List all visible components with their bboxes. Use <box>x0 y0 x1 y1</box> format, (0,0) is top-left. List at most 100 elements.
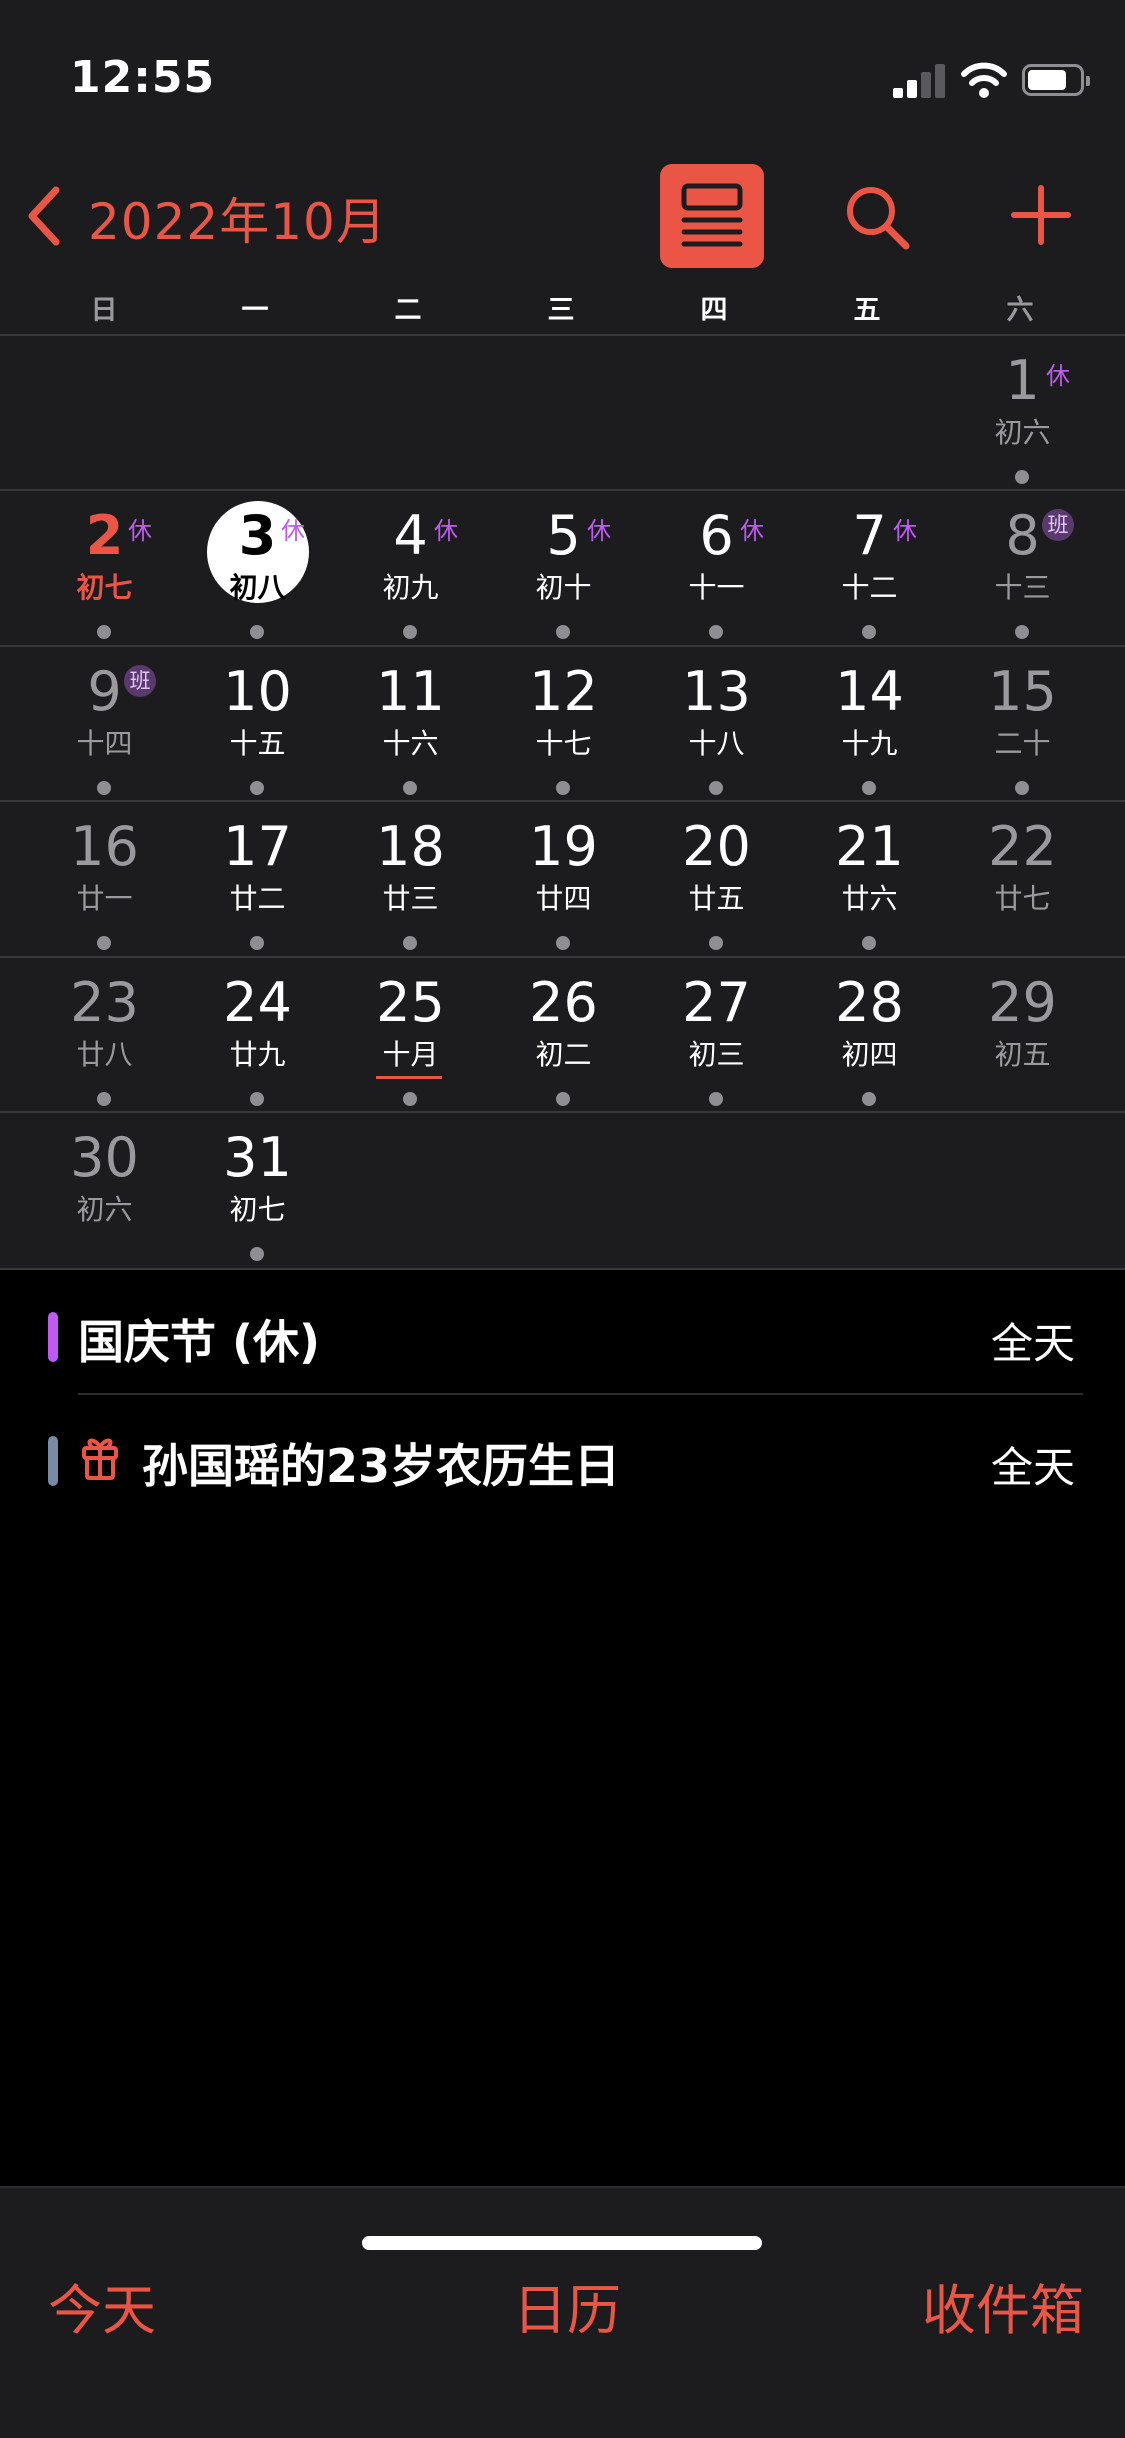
day-cell[interactable]: 20 廿五 <box>640 802 793 957</box>
day-number: 25 <box>376 971 445 1034</box>
lunar-date: 初六 <box>994 416 1051 449</box>
home-indicator[interactable] <box>362 2236 762 2250</box>
day-cell[interactable]: 21 廿六 <box>793 802 946 957</box>
navigation-bar: 2022年10月 <box>0 160 1125 270</box>
lunar-date: 十二 <box>841 571 898 604</box>
event-item-birthday[interactable]: 孙国瑶的23岁农历生日 全天 <box>0 1394 1125 1518</box>
day-number: 23 <box>70 971 139 1034</box>
lunar-month-marker <box>376 1076 442 1079</box>
day-cell[interactable]: 26 初二 <box>487 958 640 1113</box>
event-time: 全天 <box>990 1443 1075 1492</box>
day-cell[interactable]: 22 廿七 <box>946 802 1099 957</box>
day-cell[interactable]: 9 十四 班 <box>28 647 181 802</box>
event-dot <box>556 625 570 639</box>
lunar-date: 初七 <box>229 1193 286 1226</box>
calendars-button[interactable]: 日历 <box>513 2266 621 2345</box>
inbox-button[interactable]: 收件箱 <box>922 2266 1084 2345</box>
event-dot <box>556 936 570 950</box>
lunar-date: 十七 <box>535 727 592 760</box>
weekday-wed: 三 <box>547 295 575 326</box>
holiday-badge: 休 <box>128 517 152 545</box>
battery-icon <box>1022 64 1090 96</box>
lunar-date: 廿八 <box>76 1038 133 1071</box>
lunar-date: 初七 <box>76 571 133 604</box>
day-cell[interactable]: 29 初五 <box>946 958 1099 1113</box>
weekday-mon: 一 <box>241 295 269 326</box>
day-cell[interactable]: 2 初七 休 <box>28 491 181 646</box>
day-cell[interactable]: 23 廿八 <box>28 958 181 1113</box>
day-number: 13 <box>682 660 751 723</box>
day-cell[interactable]: 6 十一 休 <box>640 491 793 646</box>
event-dot <box>97 1092 111 1106</box>
event-dot <box>1015 470 1029 484</box>
day-cell[interactable]: 31 初七 <box>181 1113 334 1268</box>
day-cell[interactable]: 10 十五 <box>181 647 334 802</box>
day-cell[interactable]: 15 二十 <box>946 647 1099 802</box>
day-number: 10 <box>223 660 292 723</box>
weekday-thu: 四 <box>700 295 728 326</box>
day-number: 5 <box>546 504 581 567</box>
day-cell[interactable]: 27 初三 <box>640 958 793 1113</box>
event-dot <box>709 1092 723 1106</box>
day-number: 9 <box>87 660 122 723</box>
day-cell[interactable]: 14 十九 <box>793 647 946 802</box>
today-button[interactable]: 今天 <box>48 2266 156 2345</box>
lunar-date: 初八 <box>229 571 286 604</box>
event-dot <box>403 781 417 795</box>
event-dot <box>709 625 723 639</box>
day-number: 6 <box>699 504 734 567</box>
plus-icon[interactable] <box>1010 184 1072 246</box>
holiday-badge: 休 <box>281 517 305 545</box>
day-cell[interactable]: 11 十六 <box>334 647 487 802</box>
day-number: 12 <box>529 660 598 723</box>
event-time: 全天 <box>990 1319 1075 1368</box>
lunar-date: 初九 <box>382 571 439 604</box>
day-number: 4 <box>393 504 428 567</box>
day-cell[interactable]: 17 廿二 <box>181 802 334 957</box>
day-cell[interactable]: 19 廿四 <box>487 802 640 957</box>
day-cell[interactable]: 12 十七 <box>487 647 640 802</box>
lunar-date: 初三 <box>688 1038 745 1071</box>
lunar-date: 廿三 <box>382 882 439 915</box>
day-cell[interactable]: 13 十八 <box>640 647 793 802</box>
weekday-fri: 五 <box>853 295 881 326</box>
lunar-date: 廿一 <box>76 882 133 915</box>
day-cell[interactable]: 28 初四 <box>793 958 946 1113</box>
day-cell[interactable]: 8 十三 班 <box>946 491 1099 646</box>
search-icon[interactable] <box>842 182 912 252</box>
event-dot <box>862 781 876 795</box>
lunar-date: 廿二 <box>229 882 286 915</box>
day-cell[interactable]: 30 初六 <box>28 1113 181 1268</box>
day-number: 2 <box>85 504 124 567</box>
event-title: 孙国瑶的23岁农历生日 <box>142 1439 621 1493</box>
lunar-date: 廿九 <box>229 1038 286 1071</box>
day-number: 29 <box>988 971 1057 1034</box>
lunar-date: 廿五 <box>688 882 745 915</box>
list-view-button[interactable] <box>660 164 764 268</box>
wifi-icon <box>961 62 1007 98</box>
event-dot <box>556 1092 570 1106</box>
lunar-date: 十八 <box>688 727 745 760</box>
day-cell[interactable]: 3 初八 休 <box>181 491 334 646</box>
lunar-date: 初五 <box>994 1038 1051 1071</box>
day-cell[interactable]: 25 十月 <box>334 958 487 1113</box>
day-cell[interactable]: 7 十二 休 <box>793 491 946 646</box>
cellular-signal-icon <box>893 62 945 98</box>
holiday-badge: 休 <box>740 517 764 545</box>
day-cell[interactable]: 24 廿九 <box>181 958 334 1113</box>
day-cell[interactable]: 16 廿一 <box>28 802 181 957</box>
month-title[interactable]: 2022年10月 <box>88 182 387 254</box>
chevron-left-icon[interactable] <box>22 184 66 248</box>
event-dot <box>862 625 876 639</box>
event-dot <box>250 625 264 639</box>
event-dot <box>250 1092 264 1106</box>
event-item-national-day[interactable]: 国庆节 (休) 全天 <box>0 1270 1125 1395</box>
day-cell[interactable]: 4 初九 休 <box>334 491 487 646</box>
weekday-sat: 六 <box>1006 295 1034 326</box>
day-cell[interactable]: 1 初六 休 <box>946 336 1099 491</box>
day-cell[interactable]: 18 廿三 <box>334 802 487 957</box>
event-dot <box>97 781 111 795</box>
event-color-bar <box>48 1312 58 1362</box>
holiday-badge: 休 <box>1046 362 1070 390</box>
day-cell[interactable]: 5 初十 休 <box>487 491 640 646</box>
